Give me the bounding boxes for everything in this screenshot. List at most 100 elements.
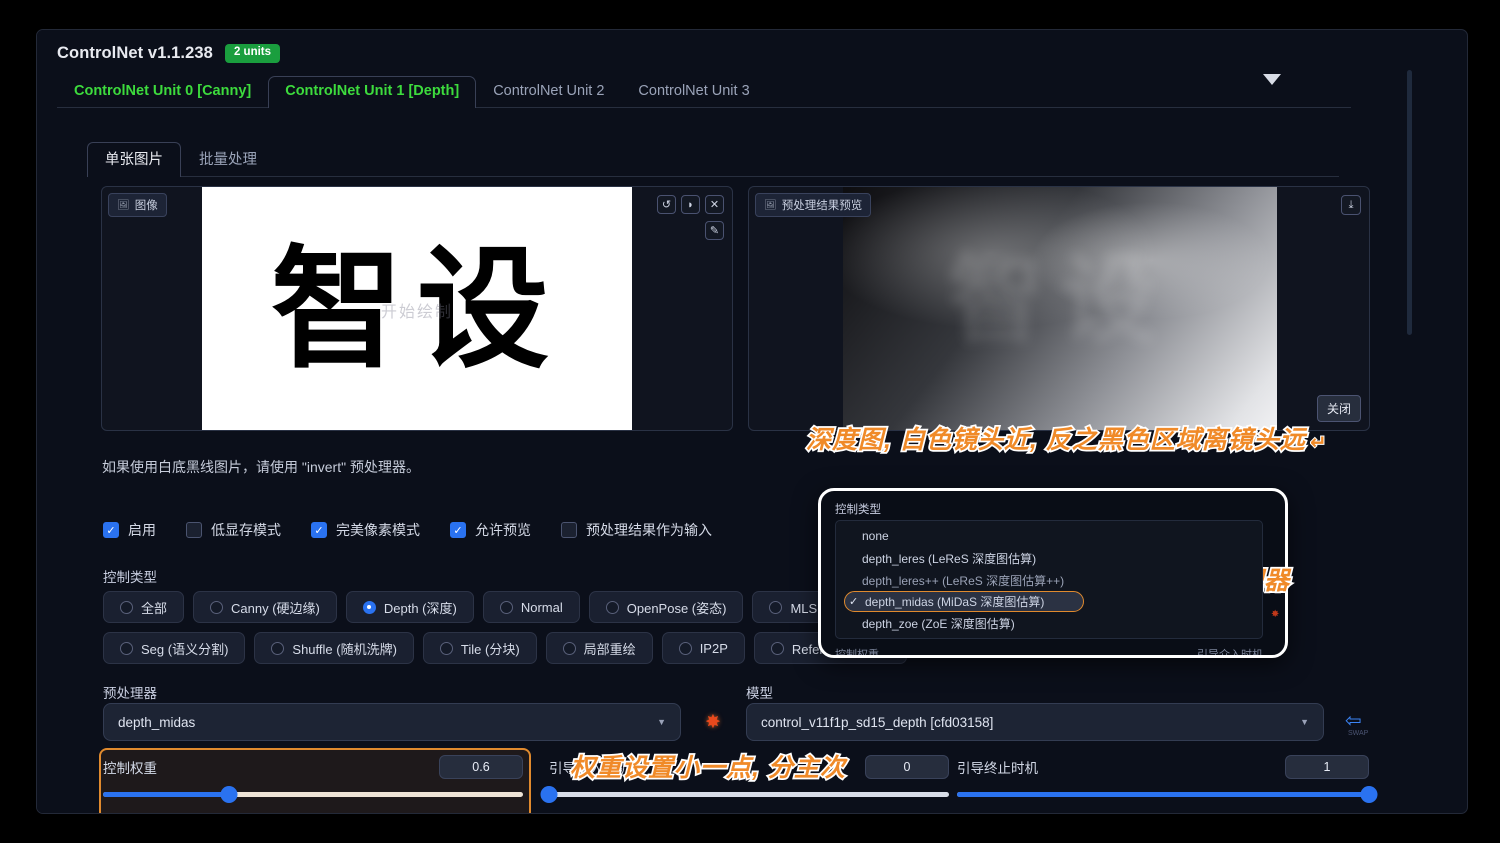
control-type-ip2p[interactable]: IP2P (661, 632, 745, 664)
check-icon: ✓ (846, 552, 856, 565)
checkbox-preprocessor-as-input[interactable]: ✓ 预处理结果作为输入 (561, 520, 712, 540)
tab-unit-0[interactable]: ControlNet Unit 0 [Canny] (57, 76, 268, 108)
dropdown-option-list[interactable]: ✓ none ✓ depth_leres (LeReS 深度图估算) ✓ dep… (835, 520, 1263, 639)
slider-guidance-start-value[interactable]: 0 (865, 755, 949, 779)
dropdown-footer-right: 引导介入时机 (1197, 649, 1263, 658)
control-type-shuffle-label: Shuffle (随机洗牌) (292, 641, 397, 657)
control-type-canny[interactable]: Canny (硬边缘) (193, 591, 337, 623)
dropdown-option-depth-leres-label: depth_leres (LeReS 深度图估算) (862, 551, 1037, 566)
radio-icon (439, 641, 453, 655)
radio-icon (678, 641, 692, 655)
dropdown-option-depth-zoe[interactable]: ✓ depth_zoe (ZoE 深度图估算) (836, 612, 1262, 634)
slider-control-weight-knob[interactable] (220, 786, 238, 803)
checkbox-allow-preview[interactable]: ✓ 允许预览 (450, 520, 531, 540)
annotation-depth-arrow: ↵ (1309, 431, 1328, 455)
eraser-icon[interactable]: ◗ (681, 195, 700, 214)
slider-guidance-end-knob[interactable] (1360, 786, 1378, 803)
preview-label-text: 预处理结果预览 (781, 200, 863, 212)
tab-unit-2[interactable]: ControlNet Unit 2 (476, 76, 621, 108)
swap-arrow-icon[interactable]: ⇦ (1345, 711, 1362, 731)
preprocessor-select[interactable]: depth_midas ▼ (103, 703, 681, 741)
undo-icon[interactable]: ↺ (657, 195, 676, 214)
checkbox-lowvram-label: 低显存模式 (211, 522, 281, 538)
radio-icon (562, 641, 576, 655)
tab-batch-process[interactable]: 批量处理 (181, 142, 275, 177)
control-type-all[interactable]: 全部 (103, 591, 185, 623)
check-icon: ✓ (103, 522, 119, 538)
burst-icon[interactable]: ✸ (705, 713, 721, 732)
slider-guidance-start-label: 引导介入时机 (549, 761, 630, 776)
control-type-tile[interactable]: Tile (分块) (422, 632, 537, 664)
checkbox-lowvram[interactable]: ✓ 低显存模式 (186, 520, 281, 540)
tab-unit-3[interactable]: ControlNet Unit 3 (621, 76, 766, 108)
control-type-depth-label: Depth (深度) (383, 600, 457, 616)
checkbox-enable[interactable]: ✓ 启用 (103, 520, 156, 540)
slider-guidance-end[interactable]: 引导终止时机 1 (957, 755, 1378, 803)
pen-icon[interactable]: ✎ (705, 221, 724, 240)
model-label: 模型 (746, 686, 773, 701)
dropdown-option-depth-leres-plus-label: depth_leres++ (LeReS 深度图估算++) (862, 573, 1065, 588)
image-icon: 🖼 (117, 199, 130, 211)
source-image-label: 🖼 图像 (108, 193, 167, 217)
units-badge: 2 units (224, 44, 281, 63)
close-preview-button[interactable]: 关闭 (1316, 395, 1361, 422)
control-type-openpose[interactable]: OpenPose (姿态) (588, 591, 744, 623)
close-icon[interactable]: ✕ (705, 195, 724, 214)
dropdown-option-depth-midas-label: depth_midas (MiDaS 深度图估算) (865, 595, 1045, 609)
checkbox-pixel-perfect-label: 完美像素模式 (336, 522, 420, 538)
slider-control-weight-track[interactable] (103, 786, 523, 803)
radio-icon (210, 600, 224, 614)
check-icon: ✓ (561, 522, 577, 538)
source-image-box[interactable]: 🖼 图像 智设 开始绘制 ↺ ◗ ✕ ✎ (101, 186, 733, 431)
invert-hint: 如果使用白底黑线图片，请使用 "invert" 预处理器。 (102, 459, 420, 475)
slider-guidance-start[interactable]: 引导介入时机 0 (540, 755, 949, 803)
model-select[interactable]: control_v11f1p_sd15_depth [cfd03158] ▼ (746, 703, 1324, 741)
slider-guidance-start-knob[interactable] (540, 786, 558, 803)
tab-unit-1[interactable]: ControlNet Unit 1 [Depth] (268, 76, 477, 108)
radio-icon (120, 641, 133, 655)
scrollbar-thumb[interactable] (1407, 70, 1412, 335)
swap-arrow-sublabel: SWAP (1348, 730, 1369, 737)
chevron-down-icon: ▼ (1300, 717, 1309, 727)
check-icon: ✓ (849, 596, 859, 608)
slider-guidance-end-fill (957, 792, 1369, 797)
source-image-label-text: 图像 (134, 200, 158, 212)
preview-image-box[interactable]: 智设 🖼 预处理结果预览 ⤓ 关闭 (748, 186, 1370, 431)
slider-guidance-end-head: 引导终止时机 1 (957, 755, 1369, 779)
dropdown-option-depth-leres[interactable]: ✓ depth_leres (LeReS 深度图估算) (836, 547, 1262, 569)
checkbox-pixel-perfect[interactable]: ✓ 完美像素模式 (311, 520, 420, 540)
slider-control-weight-label: 控制权重 (103, 761, 157, 776)
dropdown-option-depth-midas[interactable]: ✓ depth_midas (MiDaS 深度图估算) (844, 591, 1084, 612)
depth-preview-glyph: 智设 (948, 247, 1172, 354)
control-type-normal[interactable]: Normal (482, 591, 580, 623)
download-icon[interactable]: ⤓ (1341, 195, 1361, 215)
slider-guidance-end-track[interactable] (957, 786, 1378, 803)
slider-guidance-end-value[interactable]: 1 (1285, 755, 1369, 779)
dropdown-option-depth-leres-plus[interactable]: ✓ depth_leres++ (LeReS 深度图估算++) (836, 569, 1262, 591)
control-type-shuffle[interactable]: Shuffle (随机洗牌) (254, 632, 414, 664)
slider-control-weight[interactable]: 控制权重 0.6 (103, 755, 523, 803)
source-canvas[interactable]: 智设 开始绘制 (202, 187, 632, 430)
control-type-depth[interactable]: Depth (深度) (345, 591, 474, 623)
slider-control-weight-head: 控制权重 0.6 (103, 755, 523, 779)
preprocessor-label: 预处理器 (103, 686, 157, 701)
image-row: 🖼 图像 智设 开始绘制 ↺ ◗ ✕ ✎ 智设 🖼 预处理结果预览 ⤓ 关闭 (101, 186, 1370, 431)
radio-icon (120, 600, 133, 614)
depth-preview-canvas: 智设 (843, 187, 1277, 430)
control-type-seg[interactable]: Seg (语义分割) (103, 632, 246, 664)
check-icon: ✓ (186, 522, 202, 538)
check-icon: ✓ (450, 522, 466, 538)
dropdown-option-depth-zoe-label: depth_zoe (ZoE 深度图估算) (862, 616, 1015, 631)
control-type-inpaint[interactable]: 局部重绘 (545, 632, 653, 664)
image-icon: 🖼 (764, 199, 777, 211)
panel-scrollbar[interactable] (1393, 60, 1423, 813)
tab-single-image[interactable]: 单张图片 (87, 142, 181, 177)
preprocessor-dropdown-popup[interactable]: 控制类型 ✓ none ✓ depth_leres (LeReS 深度图估算) (818, 488, 1288, 658)
unit-tabs: ControlNet Unit 0 [Canny] ControlNet Uni… (57, 74, 1351, 108)
dropdown-section-label: 控制类型 (835, 504, 881, 516)
slider-control-weight-value[interactable]: 0.6 (439, 755, 523, 779)
dropdown-option-none[interactable]: ✓ none (836, 525, 1262, 547)
slider-guidance-start-track[interactable] (540, 786, 949, 803)
control-type-seg-label: Seg (语义分割) (141, 641, 229, 657)
model-value: control_v11f1p_sd15_depth [cfd03158] (761, 714, 994, 730)
